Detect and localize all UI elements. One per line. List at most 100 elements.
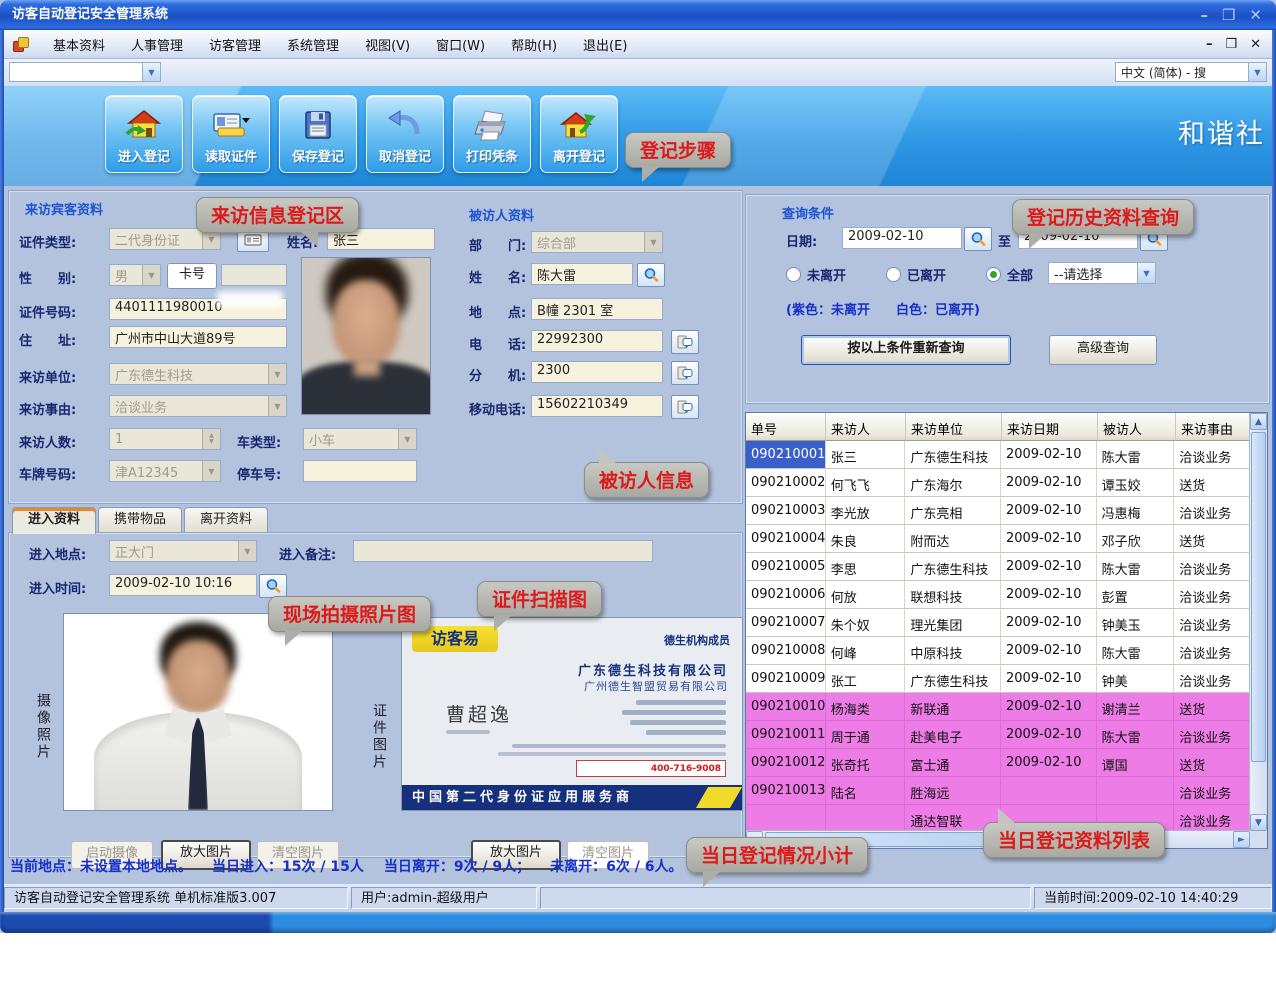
print-slip-button[interactable]: 打印凭条: [453, 95, 531, 173]
status-spacer: [540, 887, 1031, 909]
table-row[interactable]: 090210011 周于通 赴美电子 2009-02-10 陈大雷 洽谈业务: [746, 721, 1250, 749]
chevron-down-icon[interactable]: ▼: [1137, 263, 1155, 283]
cell-date: 2009-02-10: [1001, 637, 1097, 665]
phone-dial-button[interactable]: [671, 330, 699, 354]
column-header[interactable]: 被访人: [1098, 413, 1176, 441]
chevron-down-icon[interactable]: ▼: [142, 63, 160, 81]
menu-item[interactable]: 系统管理: [274, 35, 352, 54]
vertical-scrollbar[interactable]: ▲ ▼: [1249, 413, 1267, 831]
table-row[interactable]: 090210004 朱良 附而达 2009-02-10 邓子欣 送货: [746, 525, 1250, 553]
table-row[interactable]: 090210008 何峰 中原科技 2009-02-10 陈大雷 洽谈业务: [746, 637, 1250, 665]
radio-not-left[interactable]: 未离开: [786, 265, 846, 284]
entry-time-picker-button[interactable]: [259, 574, 287, 598]
column-header[interactable]: 来访单位: [906, 413, 1002, 441]
menu-item[interactable]: 窗口(W): [423, 35, 498, 54]
ext-label: 分 机:: [469, 365, 526, 384]
menu-item[interactable]: 基本资料: [40, 35, 118, 54]
child-restore-icon[interactable]: ❒: [1225, 37, 1237, 52]
scroll-down-icon[interactable]: ▼: [1250, 814, 1267, 831]
ext-dial-button[interactable]: [671, 361, 699, 385]
card-company-2: 广州德生智盟贸易有限公司: [584, 678, 728, 694]
enter-register-button[interactable]: 进入登记: [105, 95, 183, 173]
visited-name-search-button[interactable]: [637, 263, 665, 287]
column-header[interactable]: 来访日期: [1002, 413, 1098, 441]
visit-reason-label: 来访事由:: [19, 399, 76, 418]
privacy-blur: [217, 291, 283, 307]
menu-item[interactable]: 访客管理: [196, 35, 274, 54]
table-row[interactable]: 090210003 李光放 广东亮相 2009-02-10 冯惠梅 洽谈业务: [746, 497, 1250, 525]
phone-input[interactable]: 22992300: [531, 330, 663, 352]
menu-item[interactable]: 帮助(H): [498, 35, 570, 54]
cell-company: 广东德生科技: [905, 553, 1001, 581]
cell-reason: 送货: [1174, 469, 1250, 497]
parking-input[interactable]: [303, 460, 417, 482]
gender-combo[interactable]: 男▼: [109, 264, 161, 286]
cell-no: 090210004: [746, 525, 826, 553]
location-input[interactable]: B幢 2301 室: [531, 298, 663, 320]
visit-reason-combo[interactable]: 洽谈业务▼: [109, 395, 287, 417]
cell-company: 新联通: [905, 693, 1001, 721]
chevron-down-icon[interactable]: ▼: [1248, 63, 1266, 81]
table-row[interactable]: 090210002 何飞飞 广东海尔 2009-02-10 谭玉姣 送货: [746, 469, 1250, 497]
column-header[interactable]: 来访人: [826, 413, 906, 441]
table-row[interactable]: 090210012 张奇托 富士通 2009-02-10 谭国 送货: [746, 749, 1250, 777]
cell-date: 2009-02-10: [1001, 553, 1097, 581]
child-minimize-icon[interactable]: –: [1206, 37, 1213, 52]
vehicle-type-combo[interactable]: 小车▼: [303, 428, 417, 450]
leave-register-button[interactable]: 离开登记: [540, 95, 618, 173]
advanced-query-button[interactable]: 高级查询: [1049, 335, 1157, 365]
tab-leave-info[interactable]: 离开资料: [184, 507, 268, 532]
entry-time-input[interactable]: 2009-02-10 10:16: [109, 574, 257, 596]
card-no-button[interactable]: 卡号: [167, 263, 217, 289]
cancel-register-button[interactable]: 取消登记: [366, 95, 444, 173]
ext-input[interactable]: 2300: [531, 361, 663, 383]
status-bar: 访客自动登记安全管理系统 单机标准版3.007 用户:admin-超级用户 当前…: [0, 884, 1276, 912]
entry-location-combo[interactable]: 正大门▼: [109, 540, 257, 562]
table-row[interactable]: 090210006 何放 联想科技 2009-02-10 彭置 洽谈业务: [746, 581, 1250, 609]
requery-button[interactable]: 按以上条件重新查询: [801, 335, 1011, 365]
table-row[interactable]: 090210013 陆名 胜海远 洽谈业务: [746, 777, 1250, 805]
scroll-right-icon[interactable]: ►: [1233, 831, 1250, 848]
card-no-input[interactable]: [221, 264, 287, 286]
plate-combo[interactable]: 津A12345▼: [109, 460, 221, 482]
date-from-input[interactable]: 2009-02-10: [842, 227, 962, 249]
table-row[interactable]: 090210005 李思 广东德生科技 2009-02-10 陈大雷 洽谈业务: [746, 553, 1250, 581]
mobile-input[interactable]: 15602210349: [531, 395, 663, 417]
summary-location: 当前地点：未设置本地地点。: [10, 856, 192, 876]
column-header[interactable]: 来访事由: [1176, 413, 1252, 441]
mobile-dial-button[interactable]: [671, 395, 699, 419]
table-row[interactable]: 090210010 杨海类 新联通 2009-02-10 谢清兰 送货: [746, 693, 1250, 721]
radio-left[interactable]: 已离开: [886, 265, 946, 284]
child-close-icon[interactable]: ✕: [1250, 37, 1261, 52]
table-row[interactable]: 090210007 朱个奴 理光集团 2009-02-10 钟美玉 洽谈业务: [746, 609, 1250, 637]
close-icon[interactable]: ✕: [1249, 0, 1262, 30]
language-selector[interactable]: 中文 (简体) - 搜 ▼: [1115, 62, 1267, 82]
column-header[interactable]: 单号: [746, 413, 826, 441]
save-register-button[interactable]: 保存登记: [279, 95, 357, 173]
table-row[interactable]: 090210009 张工 广东德生科技 2009-02-10 钟美 洽谈业务: [746, 665, 1250, 693]
callout-daily-list: 当日登记资料列表: [983, 822, 1165, 858]
menu-item[interactable]: 退出(E): [570, 35, 640, 54]
visited-name-input[interactable]: 陈大雷: [531, 263, 633, 285]
read-id-card-button[interactable]: 读取证件: [192, 95, 270, 173]
radio-all[interactable]: 全部: [986, 265, 1033, 284]
visit-company-combo[interactable]: 广东德生科技▼: [109, 363, 287, 385]
card-image-side-label: 证件图片: [369, 703, 389, 771]
summary-left: 当日离开：9次 / 9人；: [384, 856, 530, 876]
filter-select[interactable]: --请选择▼: [1048, 262, 1156, 284]
restore-icon[interactable]: ❒: [1222, 0, 1235, 30]
address-input[interactable]: 广州市中山大道89号: [109, 326, 287, 348]
minimize-icon[interactable]: –: [1200, 0, 1208, 30]
table-row[interactable]: 090210001 张三 广东德生科技 2009-02-10 陈大雷 洽谈业务: [746, 441, 1250, 469]
entry-remark-input[interactable]: [353, 540, 653, 562]
search-icon: [970, 231, 986, 247]
visitor-count-stepper[interactable]: 1 ▲▼: [109, 428, 221, 450]
tab-carried-items[interactable]: 携带物品: [98, 507, 182, 532]
menu-item[interactable]: 视图(V): [352, 35, 423, 54]
quick-select-combo[interactable]: ▼: [9, 62, 161, 82]
tab-entry-info[interactable]: 进入资料: [12, 507, 96, 534]
dept-combo[interactable]: 综合部▼: [531, 231, 663, 253]
scroll-up-icon[interactable]: ▲: [1250, 413, 1267, 430]
date-from-picker-button[interactable]: [964, 227, 992, 251]
menu-item[interactable]: 人事管理: [118, 35, 196, 54]
